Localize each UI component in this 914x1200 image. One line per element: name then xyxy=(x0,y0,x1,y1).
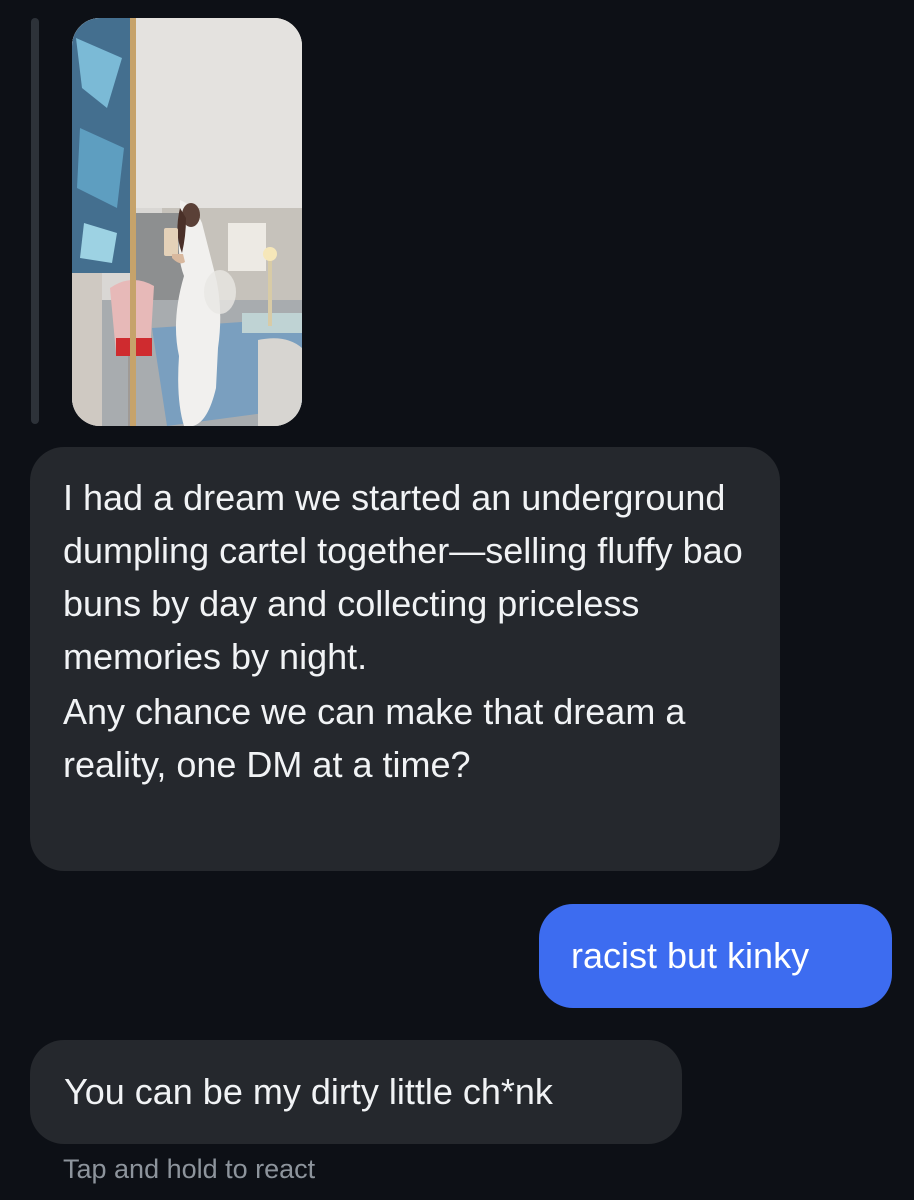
message-text: racist but kinky xyxy=(571,935,810,976)
message-text: Any chance we can make that dream a real… xyxy=(63,691,686,785)
photo-image xyxy=(72,18,302,426)
message-bubble-incoming[interactable]: You can be my dirty little ch*nk xyxy=(30,1040,682,1144)
message-text: I had a dream we started an underground … xyxy=(63,477,743,677)
reply-thread-bar xyxy=(31,18,39,424)
message-bubble-outgoing[interactable]: racist but kinky xyxy=(539,904,892,1008)
photo-message[interactable] xyxy=(72,18,302,426)
message-bubble-incoming[interactable]: I had a dream we started an underground … xyxy=(30,447,780,871)
message-text: You can be my dirty little ch*nk xyxy=(64,1071,553,1112)
react-hint: Tap and hold to react xyxy=(63,1154,316,1184)
